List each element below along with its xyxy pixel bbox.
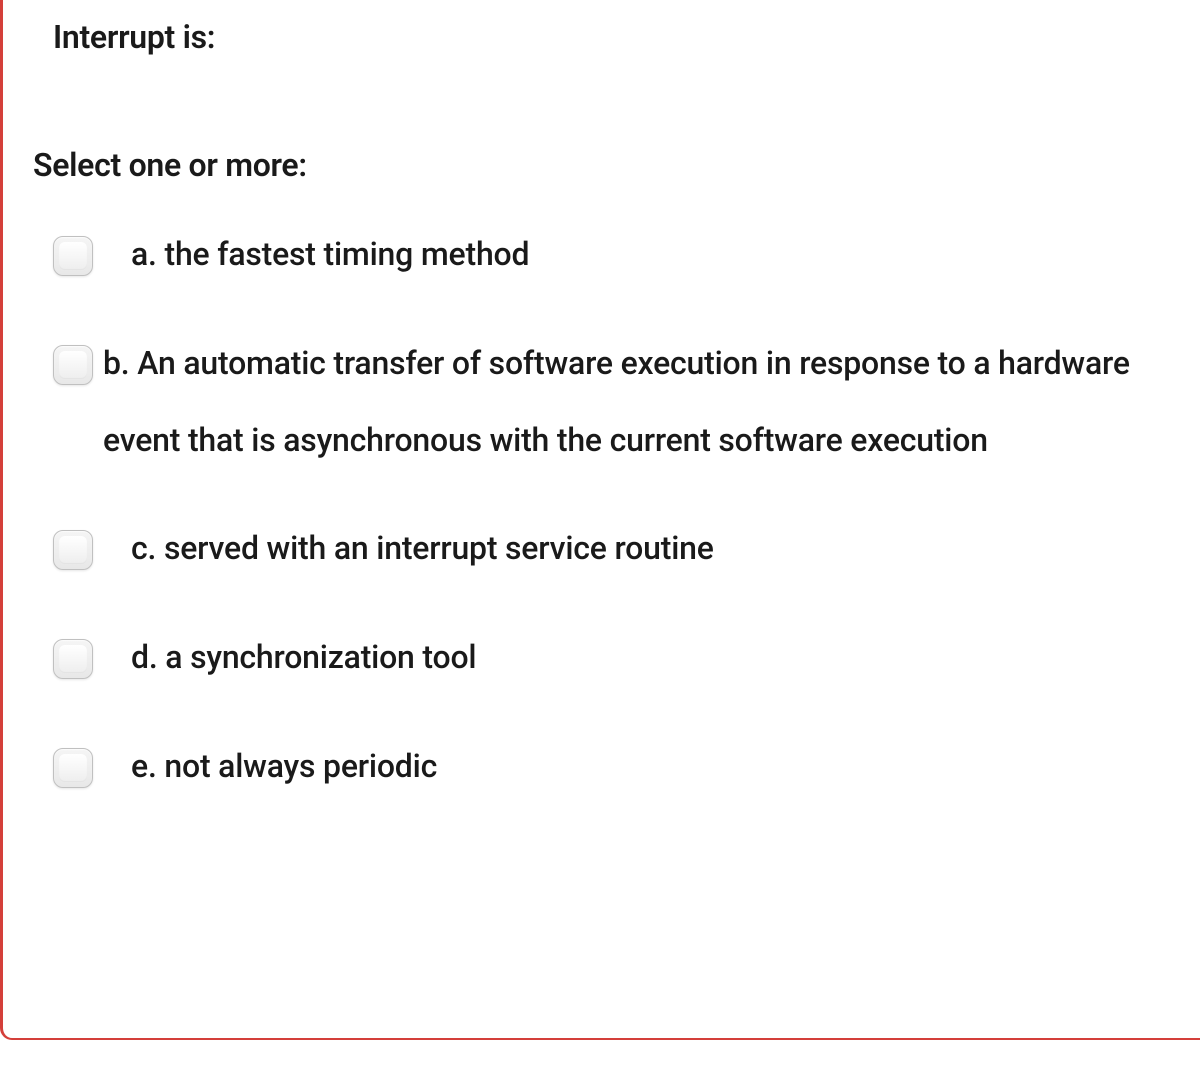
question-container: Interrupt is: Select one or more: a. the… xyxy=(0,0,1200,1040)
option-label: e. not always periodic xyxy=(131,728,1160,805)
checkbox-icon[interactable] xyxy=(53,236,93,276)
checkbox-icon[interactable] xyxy=(53,345,93,385)
option-label: d. a synchronization tool xyxy=(131,619,1160,696)
option-a[interactable]: a. the fastest timing method xyxy=(53,234,1160,293)
options-list: a. the fastest timing method b. An autom… xyxy=(53,234,1160,805)
option-d[interactable]: d. a synchronization tool xyxy=(53,637,1160,696)
question-text: Interrupt is: xyxy=(53,18,1160,56)
option-label: a. the fastest timing method xyxy=(131,216,1160,293)
option-b[interactable]: b. An automatic transfer of software exe… xyxy=(53,343,1160,479)
checkbox-icon[interactable] xyxy=(53,639,93,679)
checkbox-icon[interactable] xyxy=(53,748,93,788)
checkbox-icon[interactable] xyxy=(53,530,93,570)
option-e[interactable]: e. not always periodic xyxy=(53,746,1160,805)
instruction-text: Select one or more: xyxy=(33,146,1160,184)
option-label: b. An automatic transfer of software exe… xyxy=(103,325,1160,479)
option-label: c. served with an interrupt service rout… xyxy=(131,510,1160,587)
option-c[interactable]: c. served with an interrupt service rout… xyxy=(53,528,1160,587)
